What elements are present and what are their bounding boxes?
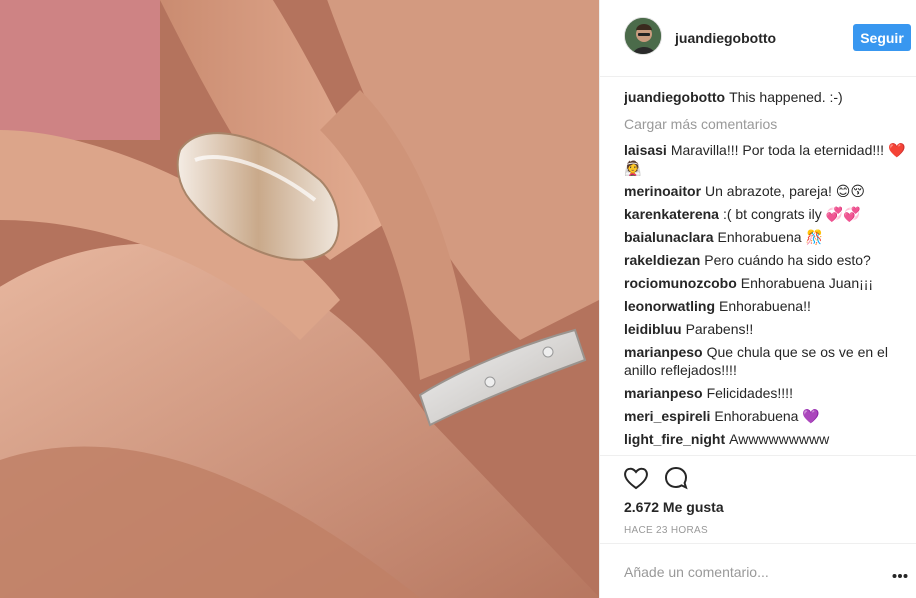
comment-username[interactable]: baialunaclara — [624, 229, 714, 245]
wedding-rings-illustration — [0, 0, 599, 598]
post-timestamp[interactable]: HACE 23 HORAS — [624, 525, 708, 536]
avatar[interactable] — [624, 17, 662, 55]
comment-username[interactable]: marianpeso — [624, 385, 703, 401]
post-author-username[interactable]: juandiegobotto — [675, 30, 776, 46]
comment-item: rakeldiezan Pero cuándo ha sido esto? — [624, 251, 909, 269]
comment-text: Parabens!! — [685, 321, 754, 337]
comment-item: karenkaterena:( bt congrats ily 💞💞 — [624, 205, 909, 223]
follow-button[interactable]: Seguir — [853, 24, 911, 51]
caption-username[interactable]: juandiegobotto — [624, 89, 725, 105]
comment-item: marianpeso Que chula que se os ve en el a… — [624, 343, 909, 379]
comment-username[interactable]: rociomunozcobo — [624, 275, 737, 291]
comment-item: marianpeso Felicidades!!!! — [624, 384, 909, 402]
add-comment-section — [600, 543, 916, 598]
comment-item: leonorwatling Enhorabuena!! — [624, 297, 909, 315]
comment-username[interactable]: merinoaitor — [624, 183, 701, 199]
add-comment-input[interactable] — [624, 562, 864, 582]
more-options-icon[interactable] — [892, 566, 908, 578]
post-header: juandiegobotto Seguir — [600, 0, 916, 77]
comment-text: Un abrazote, pareja! 😊😚 — [705, 183, 865, 199]
comment-item: meri_espireli Enhorabuena 💜 — [624, 407, 909, 425]
comment-item: merinoaitor Un abrazote, pareja! 😊😚 — [624, 182, 909, 200]
comment-username[interactable]: rakeldiezan — [624, 252, 700, 268]
comment-text: Enhorabuena 🎊 — [717, 229, 823, 245]
comment-text: Pero cuándo ha sido esto? — [704, 252, 871, 268]
post-sidebar: juandiegobotto Seguir juandiegobotto This… — [599, 0, 916, 598]
comment-text: Enhorabuena Juan¡¡¡ — [740, 275, 874, 291]
comment-username[interactable]: marianpeso — [624, 344, 703, 360]
comments-list[interactable]: juandiegobotto This happened. :-) Cargar … — [624, 88, 909, 452]
comment-username[interactable]: light_fire_night — [624, 431, 725, 447]
comment-item: baialunaclara Enhorabuena 🎊 — [624, 228, 909, 246]
comment-icon[interactable] — [662, 464, 690, 492]
heart-icon[interactable] — [622, 464, 650, 492]
comment-text: :( bt congrats ily 💞💞 — [722, 206, 861, 222]
comment-item: light_fire_night Awwwwwwwww — [624, 430, 909, 448]
comment-item: laisasi Maravilla!!! Por toda la eternida… — [624, 141, 909, 177]
comment-item: leidibluu Parabens!! — [624, 320, 909, 338]
comment-text: Enhorabuena!! — [719, 298, 811, 314]
caption: juandiegobotto This happened. :-) — [624, 88, 909, 106]
post-actions: 2.672 Me gusta HACE 23 HORAS — [600, 455, 916, 543]
load-more-comments-link[interactable]: Cargar más comentarios — [624, 115, 909, 133]
comment-item: rociomunozcobo Enhorabuena Juan¡¡¡ — [624, 274, 909, 292]
caption-text: This happened. :-) — [729, 89, 843, 105]
comment-text: Awwwwwwwww — [729, 431, 830, 447]
comment-username[interactable]: laisasi — [624, 142, 667, 158]
comment-username[interactable]: leidibluu — [624, 321, 682, 337]
comment-text: Felicidades!!!! — [706, 385, 793, 401]
comment-username[interactable]: karenkaterena — [624, 206, 719, 222]
comment-text: Enhorabuena 💜 — [714, 408, 820, 424]
comment-username[interactable]: meri_espireli — [624, 408, 710, 424]
comment-username[interactable]: leonorwatling — [624, 298, 715, 314]
post-photo[interactable] — [0, 0, 599, 598]
likes-count[interactable]: 2.672 Me gusta — [624, 499, 724, 515]
